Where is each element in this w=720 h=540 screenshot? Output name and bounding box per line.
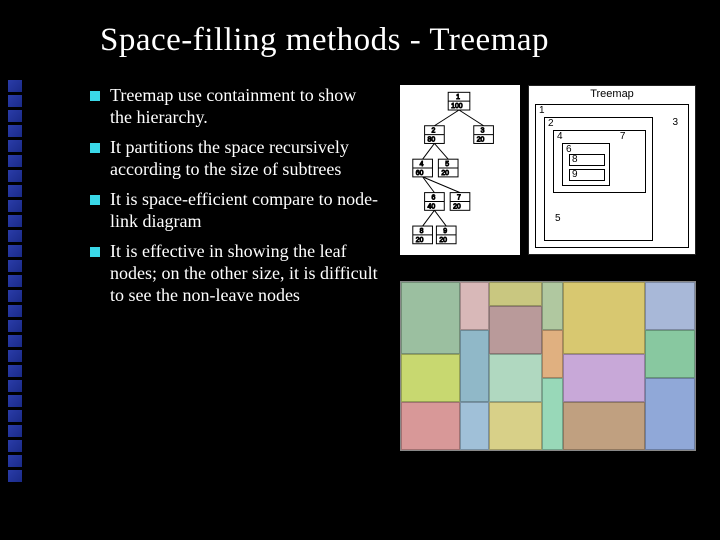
bullet-icon — [90, 143, 100, 153]
list-item: It partitions the space recursively acco… — [90, 137, 380, 181]
bullet-list: Treemap use containment to show the hier… — [90, 85, 380, 451]
svg-text:7: 7 — [457, 195, 461, 202]
bullet-text: It is effective in showing the leaf node… — [110, 241, 380, 307]
boxmap-title: Treemap — [590, 88, 634, 100]
slide-title: Space-filling methods - Treemap — [100, 22, 696, 59]
list-item: It is space-efficient compare to node-li… — [90, 189, 380, 233]
svg-text:100: 100 — [451, 103, 463, 110]
list-item: It is effective in showing the leaf node… — [90, 241, 380, 307]
svg-text:9: 9 — [443, 228, 447, 235]
bullet-icon — [90, 195, 100, 205]
svg-text:6: 6 — [431, 195, 435, 202]
svg-text:20: 20 — [416, 237, 424, 244]
bullet-text: Treemap use containment to show the hier… — [110, 85, 380, 129]
svg-text:20: 20 — [453, 203, 461, 210]
svg-text:3: 3 — [481, 128, 485, 135]
svg-text:20: 20 — [439, 237, 447, 244]
slide: Space-filling methods - Treemap Treemap … — [0, 0, 720, 540]
svg-text:20: 20 — [477, 136, 485, 143]
tree-diagram: 1 100 2 80 3 20 — [400, 85, 520, 255]
svg-text:20: 20 — [441, 170, 449, 177]
bullet-icon — [90, 91, 100, 101]
svg-text:40: 40 — [428, 203, 436, 210]
bullet-icon — [90, 247, 100, 257]
svg-text:5: 5 — [445, 161, 449, 168]
svg-text:8: 8 — [420, 228, 424, 235]
bullet-text: It is space-efficient compare to node-li… — [110, 189, 380, 233]
colored-treemap — [400, 281, 696, 451]
svg-text:4: 4 — [420, 161, 424, 168]
bullet-text: It partitions the space recursively acco… — [110, 137, 380, 181]
svg-text:80: 80 — [428, 136, 436, 143]
svg-text:2: 2 — [431, 128, 435, 135]
treemap-box-diagram: Treemap 1 2 4 6 8 — [528, 85, 696, 255]
svg-text:1: 1 — [456, 94, 460, 101]
svg-text:60: 60 — [416, 170, 424, 177]
list-item: Treemap use containment to show the hier… — [90, 85, 380, 129]
